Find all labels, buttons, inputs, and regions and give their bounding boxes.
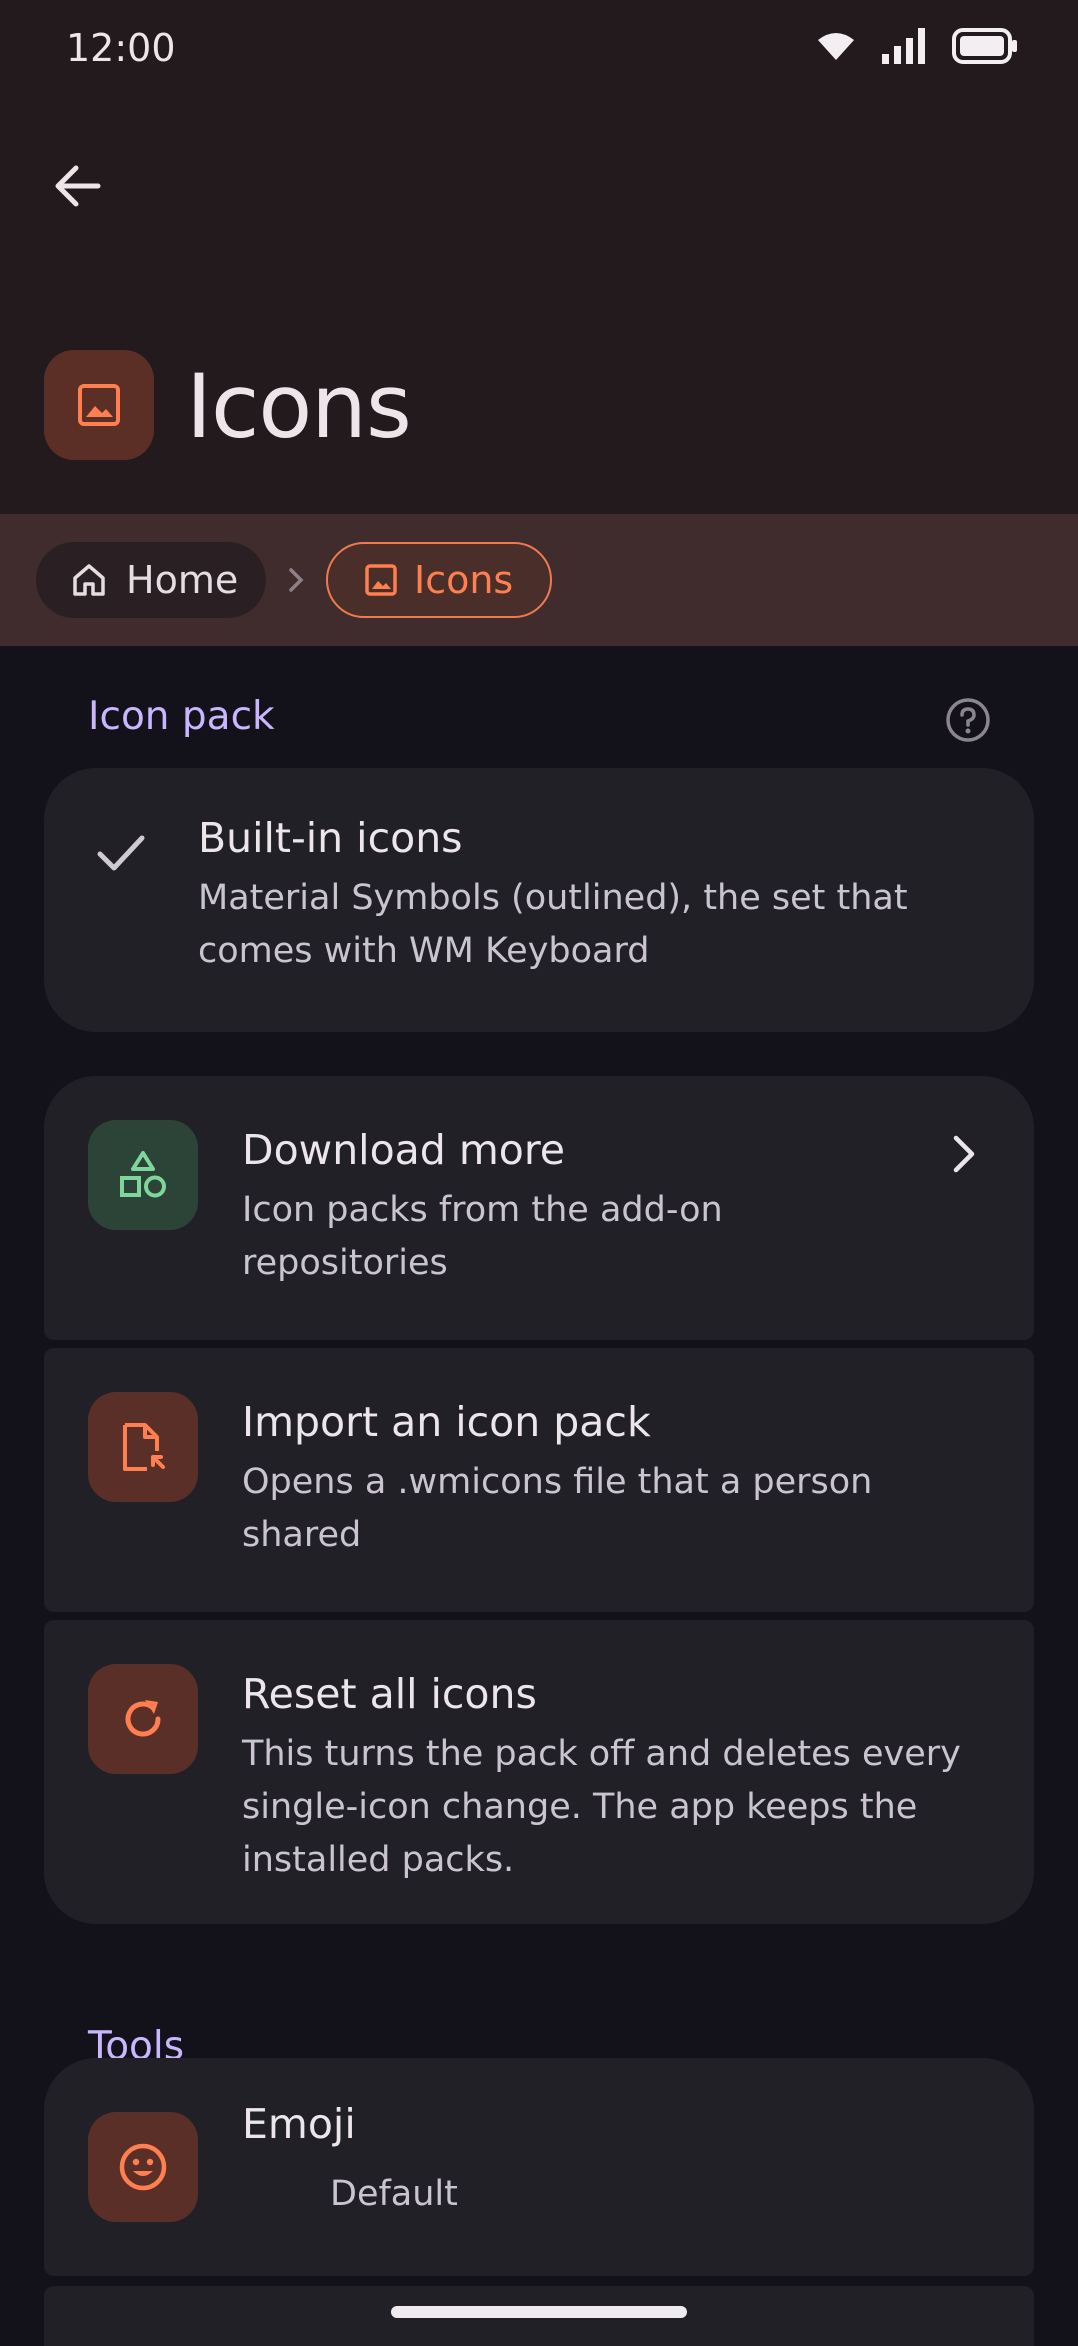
check-icon	[97, 835, 145, 871]
import-icon-tile	[88, 1392, 198, 1502]
breadcrumb-icons[interactable]: Icons	[326, 542, 552, 618]
import-icon-pack-subtitle-line1: Opens a .wmicons file that a person	[242, 1462, 873, 1502]
reset-all-icons-row[interactable]: Reset all icons This turns the pack off …	[44, 1620, 1034, 1924]
chevron-right-icon	[289, 568, 304, 592]
built-in-icons-option[interactable]: Built-in icons Material Symbols (outline…	[44, 768, 1034, 1032]
help-icon[interactable]	[944, 696, 992, 744]
status-time: 12:00	[66, 26, 176, 70]
reset-icon-tile	[88, 1664, 198, 1774]
reset-all-icons-subtitle-line3: installed packs.	[242, 1840, 515, 1880]
built-in-icons-subtitle-line2: comes with WM Keyboard	[198, 931, 650, 971]
breadcrumb-home-label: Home	[126, 558, 239, 602]
built-in-icons-subtitle-line1: Material Symbols (outlined), the set tha…	[198, 878, 908, 918]
chevron-right-icon	[953, 1135, 975, 1173]
download-more-subtitle-line2: repositories	[242, 1243, 448, 1283]
refresh-icon	[125, 1700, 161, 1737]
import-icon-pack-row[interactable]: Import an icon pack Opens a .wmicons fil…	[44, 1348, 1034, 1612]
file-import-icon	[123, 1423, 165, 1471]
top-app-bar: 12:00 Icons	[0, 0, 1078, 514]
signal-icon	[882, 28, 925, 64]
emoji-icon-tile	[88, 2112, 198, 2222]
section-label-icon-pack: Icon pack	[88, 694, 275, 739]
breadcrumb-home[interactable]: Home	[36, 542, 266, 618]
shapes-icon	[120, 1151, 166, 1198]
import-icon-pack-title: Import an icon pack	[242, 1398, 651, 1446]
reset-all-icons-subtitle-line1: This turns the pack off and deletes ever…	[242, 1734, 961, 1774]
download-more-icon-tile	[88, 1120, 198, 1230]
wifi-icon	[818, 33, 854, 60]
emoji-row[interactable]: Emoji Default	[44, 2058, 1034, 2276]
breadcrumb-icons-label: Icons	[414, 558, 514, 602]
emoji-title: Emoji	[242, 2100, 356, 2148]
gesture-home-bar[interactable]	[391, 2306, 687, 2318]
page-title: Icons	[186, 355, 412, 458]
import-icon-pack-subtitle-line2: shared	[242, 1515, 362, 1555]
page-icon	[44, 350, 154, 460]
reset-all-icons-subtitle-line2: single-icon change. The app keeps the	[242, 1787, 918, 1827]
breadcrumb: Home Icons	[0, 514, 1078, 646]
download-more-title: Download more	[242, 1126, 566, 1174]
image-icon	[78, 384, 120, 426]
battery-icon	[952, 28, 1017, 64]
emoji-value: Default	[330, 2174, 458, 2214]
home-icon	[73, 564, 105, 596]
reset-all-icons-title: Reset all icons	[242, 1670, 537, 1718]
built-in-icons-title: Built-in icons	[198, 814, 463, 862]
status-icons	[816, 28, 1018, 64]
download-more-subtitle-line1: Icon packs from the add-on	[242, 1190, 723, 1230]
image-icon	[365, 564, 397, 596]
emoji-icon	[119, 2143, 167, 2191]
download-more-row[interactable]: Download more Icon packs from the add-on…	[44, 1076, 1034, 1340]
back-arrow-icon[interactable]	[50, 158, 106, 214]
